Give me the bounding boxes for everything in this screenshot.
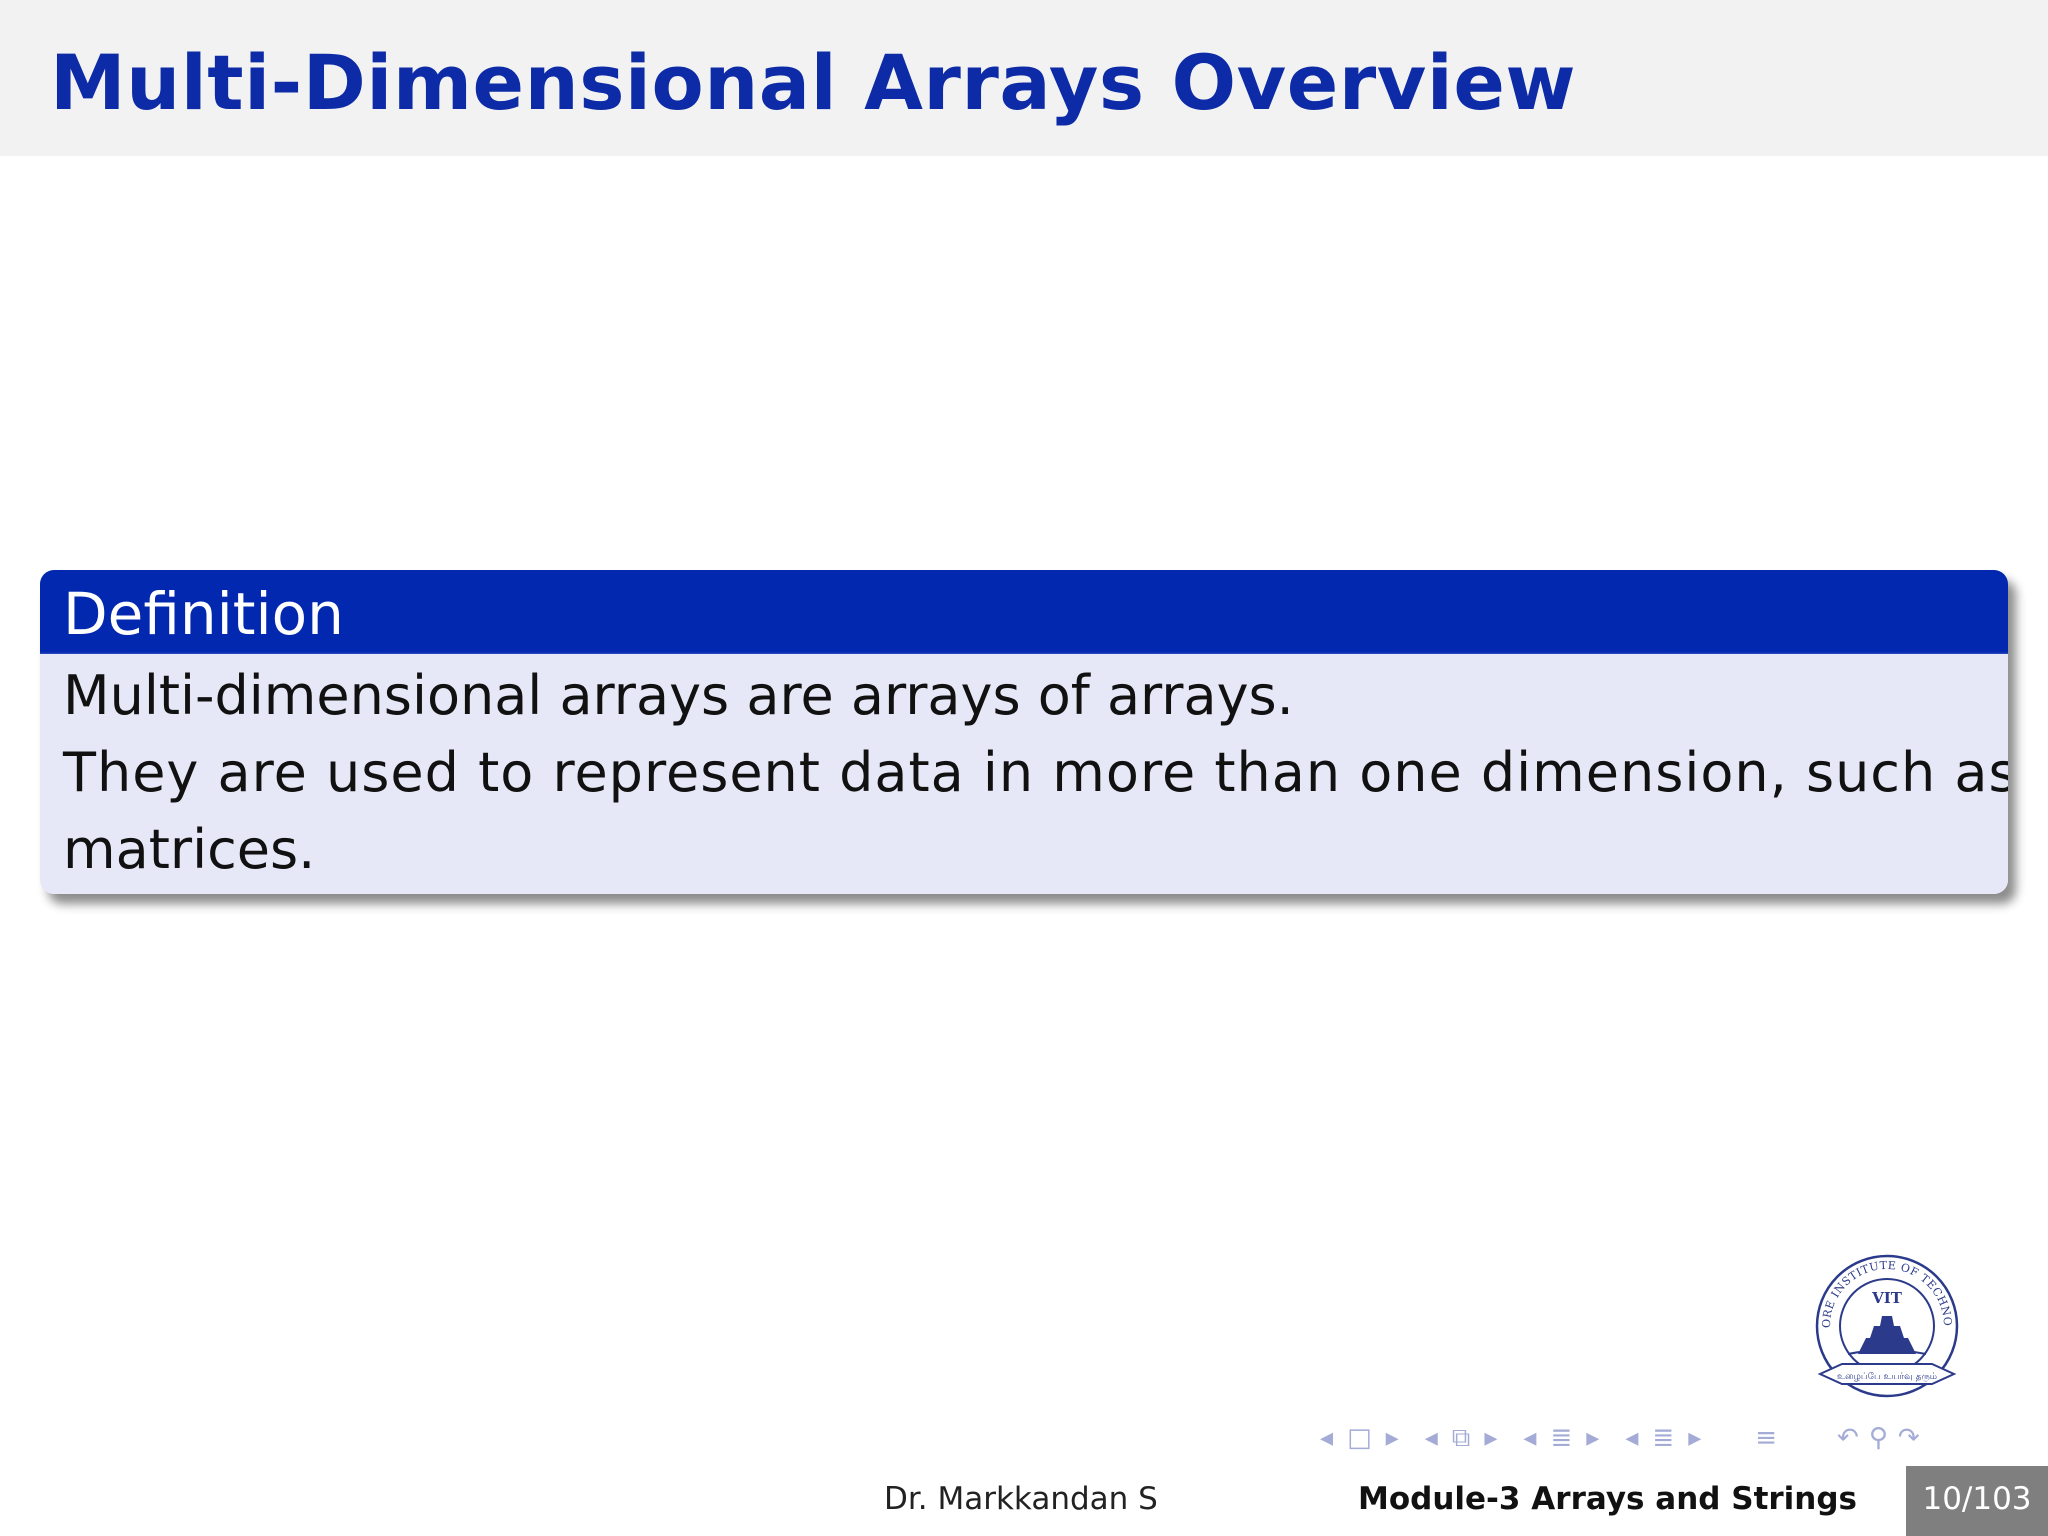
definition-line: They are used to represent data in more … bbox=[63, 741, 2008, 804]
title-bar: Multi-Dimensional Arrays Overview bbox=[0, 0, 2048, 156]
nav-left-arrow-icon[interactable]: ◂ bbox=[1320, 1423, 1333, 1453]
nav-right-arrow-icon[interactable]: ▸ bbox=[1484, 1423, 1497, 1453]
nav-left-arrow-icon[interactable]: ◂ bbox=[1523, 1423, 1536, 1453]
nav-left-arrow-icon[interactable]: ◂ bbox=[1625, 1423, 1638, 1453]
nav-right-arrow-icon[interactable]: ▸ bbox=[1688, 1423, 1701, 1453]
page-number: 10/103 bbox=[1906, 1466, 2048, 1536]
logo-center-text: VIT bbox=[1871, 1289, 1903, 1307]
nav-subsection-icon[interactable]: ⧉ bbox=[1452, 1423, 1471, 1454]
footer-author: Dr. Markkandan S bbox=[884, 1481, 1158, 1517]
nav-forward-icon[interactable]: ↷ bbox=[1898, 1423, 1920, 1453]
nav-section-icon[interactable]: ≣ bbox=[1550, 1423, 1572, 1453]
definition-line: matrices. bbox=[63, 818, 316, 881]
logo-motto: உழைப்பே உயர்வு தரும் bbox=[1837, 1372, 1937, 1382]
vit-logo: VELLORE INSTITUTE OF TECHNOLOGY VIT உழைப… bbox=[1803, 1236, 1966, 1404]
definition-line: Multi-dimensional arrays are arrays of a… bbox=[63, 664, 1294, 727]
nav-frame-icon[interactable]: □ bbox=[1347, 1423, 1372, 1453]
nav-left-arrow-icon[interactable]: ◂ bbox=[1425, 1423, 1438, 1453]
nav-back-icon[interactable]: ↶ bbox=[1837, 1423, 1859, 1453]
vit-logo-graphic: VELLORE INSTITUTE OF TECHNOLOGY VIT உழைப… bbox=[1803, 1236, 1959, 1398]
slide-title: Multi-Dimensional Arrays Overview bbox=[50, 38, 1577, 127]
nav-right-arrow-icon[interactable]: ▸ bbox=[1386, 1423, 1399, 1453]
definition-body: Multi-dimensional arrays are arrays of a… bbox=[40, 654, 2008, 894]
nav-search-icon[interactable]: ⚲ bbox=[1869, 1423, 1888, 1453]
definition-heading: Definition bbox=[63, 580, 344, 648]
footer-module-title: Module-3 Arrays and Strings bbox=[1358, 1481, 1858, 1517]
nav-right-arrow-icon[interactable]: ▸ bbox=[1586, 1423, 1599, 1453]
definition-block: Definition Multi-dimensional arrays are … bbox=[40, 570, 2008, 894]
nav-toc-icon[interactable]: ≡ bbox=[1755, 1423, 1777, 1453]
beamer-navigation: ◂ □ ▸ ◂ ⧉ ▸ ◂ ≣ ▸ ◂ ≣ ▸ ≡ ↶ ⚲ ↷ bbox=[1320, 1418, 1920, 1458]
nav-document-icon[interactable]: ≣ bbox=[1652, 1423, 1674, 1453]
definition-header: Definition bbox=[40, 570, 2008, 662]
